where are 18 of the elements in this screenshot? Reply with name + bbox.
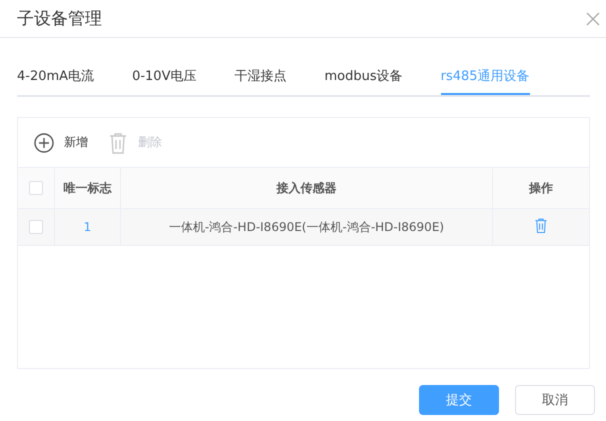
checkbox[interactable]: [29, 181, 43, 196]
close-icon[interactable]: [586, 12, 600, 26]
column-header: 操作: [492, 168, 589, 208]
add-icon: [34, 132, 54, 152]
tab[interactable]: 0-10V电压: [132, 67, 196, 95]
tab[interactable]: 干湿接点: [234, 67, 286, 95]
tab[interactable]: modbus设备: [324, 67, 403, 95]
column-header: 唯一标志: [54, 168, 120, 208]
cancel-button[interactable]: 取消: [515, 385, 595, 415]
table-cell: 1: [54, 208, 120, 246]
tab[interactable]: 4-20mA电流: [17, 67, 94, 95]
trash-icon: [108, 132, 128, 154]
window-title: 子设备管理: [17, 8, 102, 30]
column-header: 接入传感器: [120, 168, 492, 208]
table-cell: 一体机-鸿合-HD-I8690E(一体机-鸿合-HD-I8690E): [120, 208, 492, 246]
checkbox[interactable]: [29, 220, 43, 234]
add-button[interactable]: 新增: [34, 132, 88, 152]
delete-icon[interactable]: [534, 217, 548, 234]
